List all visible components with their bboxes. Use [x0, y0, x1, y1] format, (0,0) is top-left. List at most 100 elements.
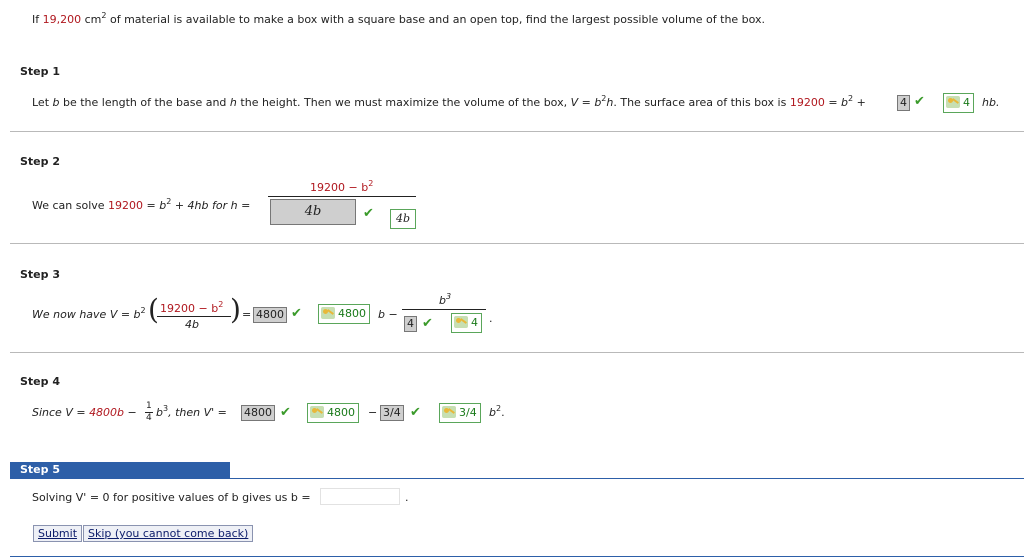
step2-key-answer: 4b: [390, 209, 417, 229]
step1-area-eq: 19200: [789, 96, 825, 109]
step4-frac-num: 1: [146, 401, 152, 411]
step1-answer-box[interactable]: 4: [897, 95, 910, 111]
divider: [10, 243, 1024, 244]
step1-text-b: be the length of the base and: [59, 96, 230, 109]
step3-frac-num-exp: 3: [445, 292, 452, 301]
key-icon: [454, 316, 468, 328]
check-icon: ✔: [280, 405, 291, 420]
left-paren: (: [148, 293, 159, 326]
right-paren: ): [230, 293, 241, 326]
step3-inner-den: 4b: [185, 318, 199, 331]
step3-exp-a: 2: [140, 306, 146, 315]
step2-num: 19200 − b: [310, 181, 369, 194]
fraction-line: [268, 196, 416, 197]
step3-answer-box-a[interactable]: 4800: [253, 307, 287, 323]
step3-key-a: 4800: [338, 307, 366, 320]
question-pre: If: [32, 13, 43, 26]
step3-inner-num: 19200 − b2: [160, 300, 224, 316]
step2-text-a: We can solve: [32, 199, 109, 212]
step5-panel: [10, 478, 1024, 557]
key-icon: [442, 406, 456, 418]
check-icon: ✔: [914, 94, 925, 109]
step2-answer-box[interactable]: 4b: [270, 199, 356, 225]
divider: [10, 131, 1024, 132]
step1-text-a: Let: [32, 96, 53, 109]
step4-minus2: −: [368, 406, 378, 419]
check-icon: ✔: [291, 306, 302, 321]
question-amount: 19,200: [42, 13, 82, 26]
step4-frac-den: 4: [146, 413, 152, 423]
step4-text-a: Since V =: [32, 406, 90, 419]
key-icon: [321, 307, 335, 319]
step3-b-minus: b −: [378, 308, 398, 321]
step2-eq-rest: = b: [143, 199, 167, 212]
step1-text-d: . The surface area of this box is: [613, 96, 790, 109]
step3-inner-exp: 2: [218, 300, 224, 309]
step4-answer-box-b[interactable]: 3/4: [380, 405, 404, 421]
step1-text-c: the height. Then we must maximize the vo…: [236, 96, 571, 109]
step2-eq-lhs: 19200: [108, 199, 144, 212]
step3-equals: =: [242, 308, 252, 321]
skip-button[interactable]: Skip (you cannot come back): [83, 525, 254, 542]
step2-key-value: 4b: [396, 212, 411, 225]
step4-tail: b2.: [489, 405, 505, 420]
key-icon: [310, 406, 324, 418]
step3-answer-box-b[interactable]: 4: [404, 316, 417, 332]
submit-button[interactable]: Submit: [33, 525, 83, 542]
step4-b3: b: [156, 406, 163, 419]
step3-period: .: [489, 312, 493, 325]
step4-key-b: 3/4: [459, 406, 477, 419]
fraction-line: [157, 316, 231, 317]
step2-text: We can solve 19200 = b2 + 4hb for h =: [32, 198, 251, 213]
step4-tail-end: .: [501, 406, 505, 419]
step5-text: Solving V' = 0 for positive values of b …: [32, 491, 311, 504]
step4-answer-box-a[interactable]: 4800: [241, 405, 275, 421]
step1-text: Let b be the length of the base and h th…: [32, 95, 866, 110]
step4-then: , then V' =: [168, 406, 227, 419]
step2-label: Step 2: [20, 155, 60, 168]
step1-area-mid: = b: [824, 96, 849, 109]
check-icon: ✔: [363, 206, 374, 221]
step1-key-value: 4: [963, 96, 970, 109]
step1-var-b: b: [52, 96, 60, 109]
step5-answer-input[interactable]: [320, 488, 400, 505]
question-text: If 19,200 cm2 of material is available t…: [32, 12, 766, 27]
step4-label: Step 4: [20, 375, 60, 388]
step3-text: We now have V = b2: [32, 306, 146, 322]
step3-key-b: 4: [471, 316, 478, 329]
step5-period: .: [405, 491, 409, 504]
step1-volume-eq: V = b: [570, 96, 602, 109]
step4-key-answer-a: 4800: [307, 403, 359, 423]
step4-text: Since V = 4800b −: [32, 406, 137, 419]
check-icon: ✔: [422, 316, 433, 331]
step3-key-answer-a: 4800: [318, 304, 370, 324]
step1-tail: hb.: [982, 96, 1000, 109]
step1-area-plus: +: [853, 96, 866, 109]
step2-eq-tail: + 4hb for h =: [171, 199, 251, 212]
question-unit: cm: [81, 13, 102, 26]
step3-frac-num: b3: [439, 292, 452, 308]
step1-var-h: h: [229, 96, 237, 109]
step3-label: Step 3: [20, 268, 60, 281]
question-post: of material is available to make a box w…: [106, 13, 766, 26]
step1-label: Step 1: [20, 65, 60, 78]
step4-key-a: 4800: [327, 406, 355, 419]
fraction-line: [402, 309, 486, 310]
step2-numerator: 19200 − b2: [310, 179, 374, 195]
key-icon: [946, 96, 960, 108]
step4-minus: −: [124, 406, 137, 419]
divider: [10, 352, 1024, 353]
step3-key-answer-b: 4: [451, 313, 482, 333]
step4-v-expr: 4800b: [89, 406, 125, 419]
step3-text-a: We now have V = b: [32, 308, 141, 321]
step2-num-exp: 2: [368, 179, 374, 188]
step5-divider: [10, 478, 1024, 479]
check-icon: ✔: [410, 405, 421, 420]
step4-tail-b: b: [489, 406, 496, 419]
step4-b3-then: b3, then V' =: [156, 405, 227, 420]
step4-key-answer-b: 3/4: [439, 403, 481, 423]
step3-frac-num-b: b: [439, 294, 446, 307]
step1-key-answer: 4: [943, 93, 974, 113]
step5-label: Step 5: [10, 462, 230, 478]
step3-inner-num-text: 19200 − b: [160, 302, 219, 315]
